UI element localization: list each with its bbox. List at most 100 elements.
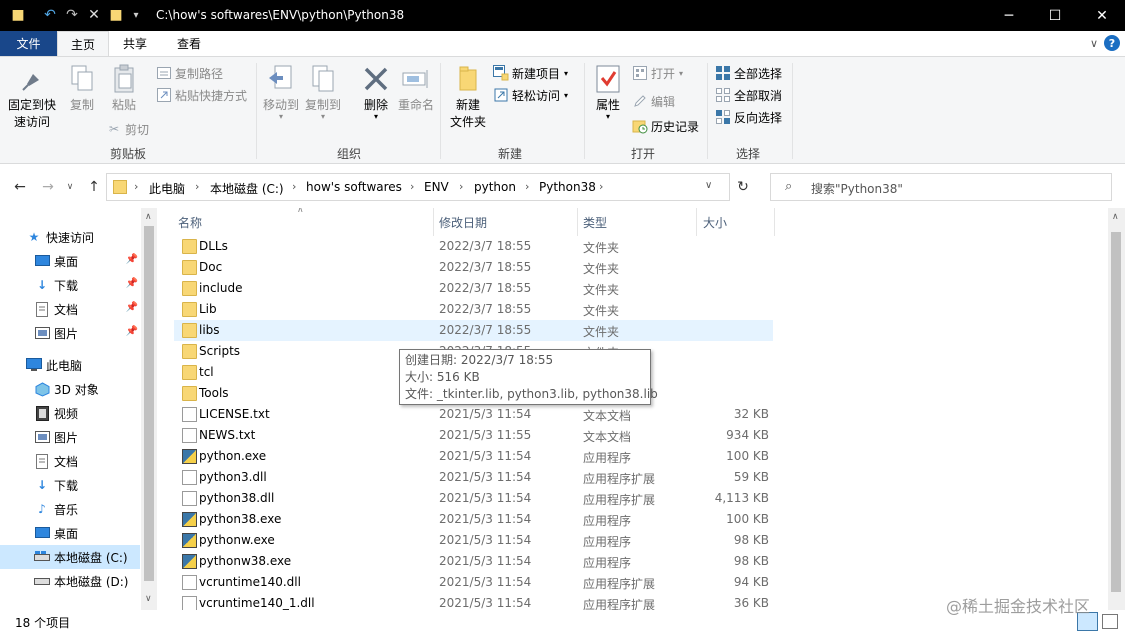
nav-desktop-pinned[interactable]: 桌面 📌 — [0, 249, 140, 273]
scroll-up-icon[interactable]: ∧ — [1112, 212, 1119, 222]
paste-shortcut-button[interactable]: 粘贴快捷方式 — [156, 85, 247, 105]
file-row[interactable]: vcruntime140.dll 2021/5/3 11:54 应用程序扩展 94 K… — [174, 572, 773, 593]
customize-toolbar-icon[interactable]: ▾ — [128, 7, 144, 23]
minimize-button[interactable]: ─ — [986, 0, 1032, 31]
search-input[interactable]: ⌕ 搜索"Python38" — [770, 173, 1112, 201]
file-row[interactable]: python.exe 2021/5/3 11:54 应用程序 100 KB — [174, 446, 773, 467]
nav-documents-pinned[interactable]: 文档 📌 — [0, 297, 140, 321]
chevron-down-icon[interactable]: ∨ — [705, 180, 712, 191]
invert-selection-button[interactable]: 反向选择 — [715, 107, 782, 127]
scroll-up-icon[interactable]: ∧ — [145, 212, 152, 222]
tab-share[interactable]: 共享 — [111, 31, 159, 56]
refresh-icon[interactable]: ↻ — [733, 177, 753, 197]
move-to-button[interactable]: 移动到 ▾ — [263, 63, 299, 121]
history-button[interactable]: 历史记录 — [632, 116, 699, 136]
file-row[interactable]: include 2022/3/7 18:55 文件夹 — [174, 278, 773, 299]
breadcrumb-python38[interactable]: Python38 — [539, 180, 596, 194]
select-all-button[interactable]: 全部选择 — [715, 63, 782, 83]
recent-locations-icon[interactable]: ∨ — [60, 177, 80, 197]
tab-view[interactable]: 查看 — [163, 31, 215, 56]
tab-home[interactable]: 主页 — [57, 31, 109, 57]
chevron-right-icon[interactable]: › — [292, 180, 296, 193]
navigation-scrollbar[interactable]: ∧ ∨ — [141, 208, 157, 610]
new-folder-button[interactable]: 新建 文件夹 — [450, 63, 486, 131]
file-row[interactable]: LICENSE.txt 2021/5/3 11:54 文本文档 32 KB — [174, 404, 773, 425]
column-divider[interactable] — [696, 208, 697, 236]
help-icon[interactable]: ? — [1104, 35, 1120, 51]
chevron-right-icon[interactable]: › — [525, 180, 529, 193]
cut-button[interactable]: ✂ 剪切 — [106, 119, 149, 139]
nav-pictures-pinned[interactable]: 图片 📌 — [0, 321, 140, 345]
forward-arrow-icon[interactable]: → — [38, 177, 58, 197]
file-row[interactable]: pythonw38.exe 2021/5/3 11:54 应用程序 98 KB — [174, 551, 773, 572]
up-arrow-icon[interactable]: ↑ — [84, 177, 104, 197]
breadcrumb-local-disk-c[interactable]: 本地磁盘 (C:) — [210, 180, 284, 197]
easy-access-button[interactable]: 轻松访问 ▾ — [493, 85, 568, 105]
nav-documents[interactable]: 文档 — [0, 449, 140, 473]
nav-3d-objects[interactable]: 3D 对象 — [0, 377, 140, 401]
breadcrumb-this-pc[interactable]: 此电脑 — [149, 180, 185, 197]
collapse-ribbon-icon[interactable]: ∨ — [1090, 37, 1098, 50]
scroll-down-icon[interactable]: ∨ — [145, 594, 152, 604]
chevron-right-icon[interactable]: › — [195, 180, 199, 193]
copy-button[interactable]: 复制 — [66, 63, 98, 114]
nav-local-disk-d[interactable]: 本地磁盘 (D:) — [0, 569, 140, 593]
breadcrumb-hows-softwares[interactable]: how's softwares — [306, 180, 402, 194]
column-header-type[interactable]: 类型 — [583, 214, 607, 231]
nav-desktop[interactable]: 桌面 — [0, 521, 140, 545]
chevron-right-icon[interactable]: › — [459, 180, 463, 193]
chevron-right-icon[interactable]: › — [134, 180, 138, 193]
nav-music[interactable]: ♪ 音乐 — [0, 497, 140, 521]
file-row[interactable]: Doc 2022/3/7 18:55 文件夹 — [174, 257, 773, 278]
select-none-button[interactable]: 全部取消 — [715, 85, 782, 105]
redo-icon[interactable]: ↷ — [64, 7, 80, 23]
file-row[interactable]: python38.dll 2021/5/3 11:54 应用程序扩展 4,113 KB — [174, 488, 773, 509]
file-row[interactable]: python3.dll 2021/5/3 11:54 应用程序扩展 59 KB — [174, 467, 773, 488]
large-icons-view-icon[interactable] — [1102, 614, 1118, 629]
address-bar[interactable]: › 此电脑 › 本地磁盘 (C:) › how's softwares › EN… — [106, 173, 730, 201]
file-row[interactable]: python38.exe 2021/5/3 11:54 应用程序 100 KB — [174, 509, 773, 530]
nav-quick-access[interactable]: ★ 快速访问 — [0, 225, 140, 249]
column-divider[interactable] — [774, 208, 775, 236]
copy-path-button[interactable]: 复制路径 — [156, 63, 223, 83]
back-arrow-icon[interactable]: ← — [10, 177, 30, 197]
scrollbar-thumb[interactable] — [1111, 232, 1121, 592]
properties-button[interactable]: 属性 ▾ — [592, 63, 624, 121]
undo-icon[interactable]: ↶ — [42, 7, 58, 23]
copy-to-button[interactable]: 复制到 ▾ — [305, 63, 341, 121]
delete-button[interactable]: 删除 ▾ — [360, 63, 392, 121]
scrollbar-thumb[interactable] — [144, 226, 154, 581]
column-header-size[interactable]: 大小 — [703, 214, 727, 231]
file-row[interactable]: libs 2022/3/7 18:55 文件夹 — [174, 320, 773, 341]
pin-to-quick-access-button[interactable]: 固定到快 速访问 — [8, 63, 56, 131]
column-divider[interactable] — [577, 208, 578, 236]
nav-this-pc[interactable]: 此电脑 — [0, 353, 140, 377]
nav-videos[interactable]: 视频 — [0, 401, 140, 425]
file-row[interactable]: pythonw.exe 2021/5/3 11:54 应用程序 98 KB — [174, 530, 773, 551]
paste-button[interactable]: 粘贴 — [108, 63, 140, 114]
column-header-date[interactable]: 修改日期 — [439, 214, 487, 231]
nav-downloads[interactable]: ↓ 下载 — [0, 473, 140, 497]
maximize-button[interactable]: ☐ — [1032, 0, 1078, 31]
delete-icon[interactable]: ✕ — [86, 7, 102, 23]
file-row[interactable]: DLLs 2022/3/7 18:55 文件夹 — [174, 236, 773, 257]
column-divider[interactable] — [433, 208, 434, 236]
new-item-button[interactable]: 新建项目 ▾ — [493, 63, 568, 83]
edit-button[interactable]: 编辑 — [632, 91, 675, 111]
open-button[interactable]: 打开 ▾ — [632, 63, 683, 83]
nav-pictures[interactable]: 图片 — [0, 425, 140, 449]
close-button[interactable]: ✕ — [1079, 0, 1125, 31]
breadcrumb-env[interactable]: ENV — [424, 180, 449, 194]
file-list-scrollbar[interactable]: ∧ — [1108, 208, 1125, 610]
chevron-right-icon[interactable]: › — [599, 180, 603, 193]
column-header-name[interactable]: 名称 — [178, 214, 202, 231]
chevron-right-icon[interactable]: › — [410, 180, 414, 193]
file-row[interactable]: NEWS.txt 2021/5/3 11:55 文本文档 934 KB — [174, 425, 773, 446]
nav-local-disk-c[interactable]: 本地磁盘 (C:) — [0, 545, 140, 569]
tab-file[interactable]: 文件 — [0, 31, 57, 56]
file-row[interactable]: Lib 2022/3/7 18:55 文件夹 — [174, 299, 773, 320]
file-row[interactable]: vcruntime140_1.dll 2021/5/3 11:54 应用程序扩展 36… — [174, 593, 773, 610]
nav-downloads-pinned[interactable]: ↓ 下载 📌 — [0, 273, 140, 297]
rename-button[interactable]: 重命名 — [398, 63, 434, 114]
new-folder-icon[interactable]: ■ — [108, 7, 124, 23]
